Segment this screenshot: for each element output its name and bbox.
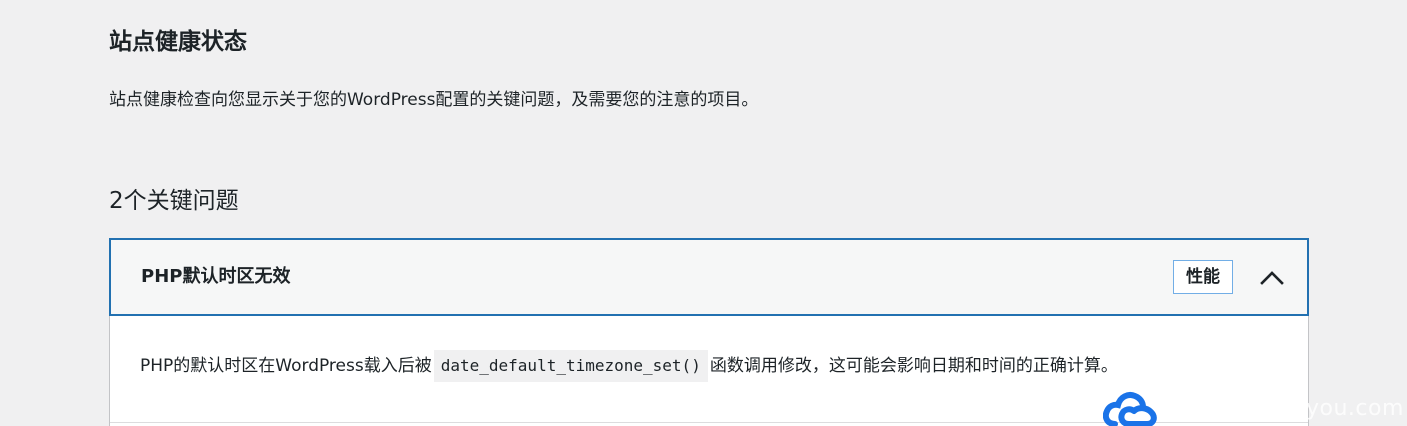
watermark-text: you.com [1306,396,1403,421]
critical-issues-heading: 2个关键问题 [109,188,239,214]
issue-accordion-toggle[interactable]: PHP默认时区无效 性能 [109,238,1309,316]
issue-description-text-before: PHP的默认时区在WordPress载入后被 [140,356,432,376]
site-health-page: 站点健康状态 站点健康检查向您显示关于您的WordPress配置的关键问题，及需… [0,0,1407,426]
issue-category-badge: 性能 [1173,260,1233,294]
issue-description-text-after: 函数调用修改，这可能会影响日期和时间的正确计算。 [709,356,1118,376]
watermark: you.com [1103,390,1403,426]
issue-title: PHP默认时区无效 [141,266,291,287]
page-description: 站点健康检查向您显示关于您的WordPress配置的关键问题，及需要您的注意的项… [109,90,759,110]
page-title: 站点健康状态 [109,29,247,55]
issue-code-snippet: date_default_timezone_set() [433,350,708,382]
chevron-up-icon[interactable] [1257,262,1287,292]
cloud-logo-icon [1103,392,1157,426]
issue-description: PHP的默认时区在WordPress载入后被 date_default_timez… [140,349,1118,383]
